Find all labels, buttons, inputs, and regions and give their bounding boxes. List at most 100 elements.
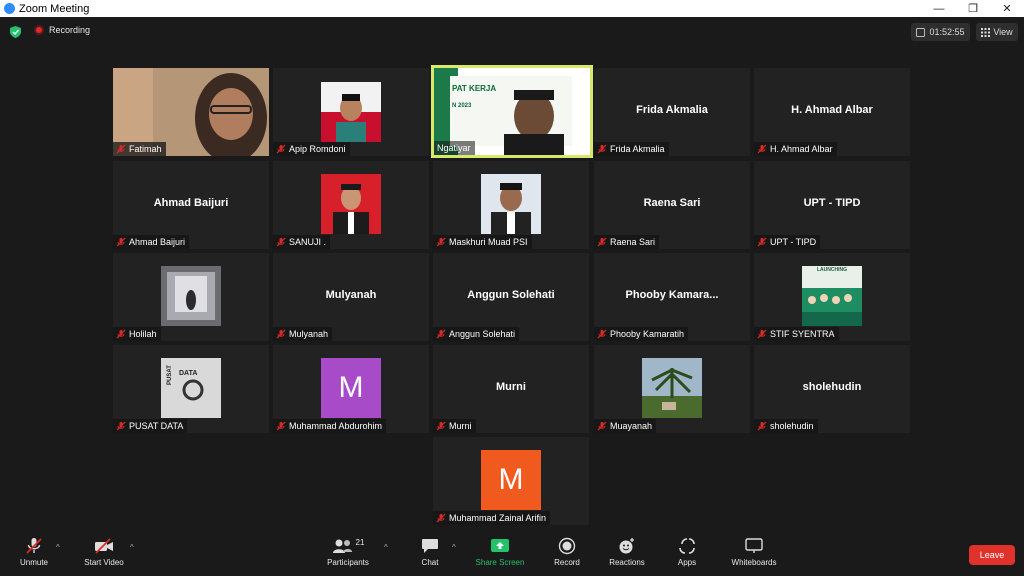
video-tile[interactable]: Fatimah xyxy=(113,68,269,156)
participant-name-label: Ahmad Baijuri xyxy=(113,235,190,249)
meeting-timer[interactable]: 01:52:55 xyxy=(911,23,970,41)
unmute-button[interactable]: Unmute xyxy=(14,531,54,576)
video-tile[interactable]: UPT - TIPD UPT - TIPD xyxy=(754,161,910,249)
participant-name-label: Holilah xyxy=(113,327,161,341)
video-tile[interactable]: Anggun Solehati Anggun Solehati xyxy=(433,253,589,341)
timer-value: 01:52:55 xyxy=(929,27,965,37)
video-tile[interactable]: Phooby Kamara... Phooby Kamaratih xyxy=(594,253,750,341)
video-tile[interactable]: Mulyanah Mulyanah xyxy=(273,253,429,341)
participant-name-label: Frida Akmalia xyxy=(594,142,669,156)
chat-options-caret-icon[interactable]: ^ xyxy=(452,543,456,552)
muted-mic-icon xyxy=(276,144,286,154)
reactions-button[interactable]: Reactions xyxy=(604,531,650,576)
participant-name-label: SANUJI . xyxy=(273,235,331,249)
participants-button[interactable]: 21 Participants xyxy=(322,531,374,576)
avatar: M xyxy=(321,358,381,418)
video-tile[interactable]: Ahmad Baijuri Ahmad Baijuri xyxy=(113,161,269,249)
chat-button[interactable]: Chat xyxy=(414,531,446,576)
video-tile[interactable]: M Muhammad Zainal Arifin xyxy=(433,437,589,525)
view-button[interactable]: View xyxy=(976,23,1018,41)
video-tile[interactable]: H. Ahmad Albar H. Ahmad Albar xyxy=(754,68,910,156)
muted-mic-icon xyxy=(116,144,126,154)
whiteboards-button[interactable]: Whiteboards xyxy=(724,531,784,576)
muted-mic-icon xyxy=(116,237,126,247)
minimize-button[interactable]: — xyxy=(922,0,956,17)
reactions-smiley-icon xyxy=(619,538,634,554)
recording-label: Recording xyxy=(49,25,91,35)
video-tile[interactable]: Murni Murni xyxy=(433,345,589,433)
recording-dot-icon xyxy=(34,25,44,35)
participant-name-label: Muhammad Zainal Arifin xyxy=(433,511,551,525)
video-tile[interactable]: LAUNCHING STIF SYENTRA xyxy=(754,253,910,341)
video-off-icon xyxy=(95,538,113,554)
participant-name-label: Muhammad Abdurohim xyxy=(273,419,387,433)
video-tile[interactable]: SANUJI . xyxy=(273,161,429,249)
participant-name-label: Muayanah xyxy=(594,419,657,433)
window-title: Zoom Meeting xyxy=(19,2,90,15)
muted-mic-icon xyxy=(757,144,767,154)
video-options-caret-icon[interactable]: ^ xyxy=(130,543,134,552)
participant-name-label: Ngatiyar xyxy=(434,141,475,155)
video-tile[interactable]: Raena Sari Raena Sari xyxy=(594,161,750,249)
participant-name-center: sholehudin xyxy=(802,381,862,393)
participant-name-center: Ahmad Baijuri xyxy=(153,197,229,209)
participant-name-label: Maskhuri Muad PSI xyxy=(433,235,532,249)
muted-mic-icon xyxy=(116,329,126,339)
participant-name-label: Fatimah xyxy=(113,142,166,156)
apps-button[interactable]: Apps xyxy=(672,531,702,576)
record-button[interactable]: Record xyxy=(548,531,586,576)
restore-button[interactable]: ❐ xyxy=(956,0,990,17)
muted-mic-icon xyxy=(116,421,126,431)
video-tile[interactable]: M Muhammad Abdurohim xyxy=(273,345,429,433)
share-screen-icon xyxy=(491,539,509,552)
video-tile[interactable]: sholehudin sholehudin xyxy=(754,345,910,433)
participant-profile-photo xyxy=(321,174,381,234)
muted-mic-icon xyxy=(597,144,607,154)
participant-name-center: Frida Akmalia xyxy=(636,104,708,116)
participant-name-center: Murni xyxy=(496,381,526,393)
video-tile[interactable]: DATA PUSAT PUSAT DATA xyxy=(113,345,269,433)
participant-name-label: Raena Sari xyxy=(594,235,660,249)
active-speaker-tile[interactable]: PAT KERJA N 2023 Ngatiyar xyxy=(431,65,593,158)
participant-name-label: Mulyanah xyxy=(273,327,333,341)
participants-icon xyxy=(332,539,352,553)
avatar: M xyxy=(481,450,541,510)
participants-count: 21 xyxy=(355,537,365,547)
share-screen-button[interactable]: Share Screen xyxy=(472,531,528,576)
meeting-toolbar: Unmute ^ Start Video ^ 21 Participants ^… xyxy=(0,531,1024,576)
participant-name-center: Phooby Kamara... xyxy=(625,289,719,301)
record-icon xyxy=(558,537,576,555)
participant-name-center: Mulyanah xyxy=(325,289,377,301)
muted-mic-icon xyxy=(757,421,767,431)
audio-options-caret-icon[interactable]: ^ xyxy=(56,543,60,552)
participant-name-center: Raena Sari xyxy=(643,197,701,209)
muted-mic-icon xyxy=(597,329,607,339)
video-tile[interactable]: Holilah xyxy=(113,253,269,341)
video-tile[interactable]: Apip Romdoni xyxy=(273,68,429,156)
logo-text-data: DATA xyxy=(179,370,198,377)
video-tile[interactable]: Frida Akmalia Frida Akmalia xyxy=(594,68,750,156)
participant-name-center: Anggun Solehati xyxy=(467,289,555,301)
slide-title: PAT KERJA xyxy=(452,84,497,93)
participant-name-label: STIF SYENTRA xyxy=(754,327,839,341)
close-button[interactable]: ✕ xyxy=(990,0,1024,17)
muted-mic-icon xyxy=(436,513,446,523)
participant-name-label: Apip Romdoni xyxy=(273,142,350,156)
participant-name-label: sholehudin xyxy=(754,419,818,433)
muted-mic-icon xyxy=(276,329,286,339)
muted-mic-icon xyxy=(436,237,446,247)
muted-mic-icon xyxy=(26,538,42,554)
security-shield-icon[interactable] xyxy=(10,26,21,38)
start-video-button[interactable]: Start Video xyxy=(78,531,130,576)
leave-button[interactable]: Leave xyxy=(969,545,1015,565)
participants-options-caret-icon[interactable]: ^ xyxy=(384,543,388,552)
recording-indicator[interactable]: Recording xyxy=(34,25,90,35)
participant-name-label: UPT - TIPD xyxy=(754,235,821,249)
participant-name-label: Murni xyxy=(433,419,476,433)
grid-view-icon xyxy=(981,27,991,37)
participant-name-label: Phooby Kamaratih xyxy=(594,327,689,341)
slide-year: N 2023 xyxy=(452,103,472,109)
video-tile[interactable]: Maskhuri Muad PSI xyxy=(433,161,589,249)
participant-name-label: PUSAT DATA xyxy=(113,419,188,433)
video-tile[interactable]: Muayanah xyxy=(594,345,750,433)
